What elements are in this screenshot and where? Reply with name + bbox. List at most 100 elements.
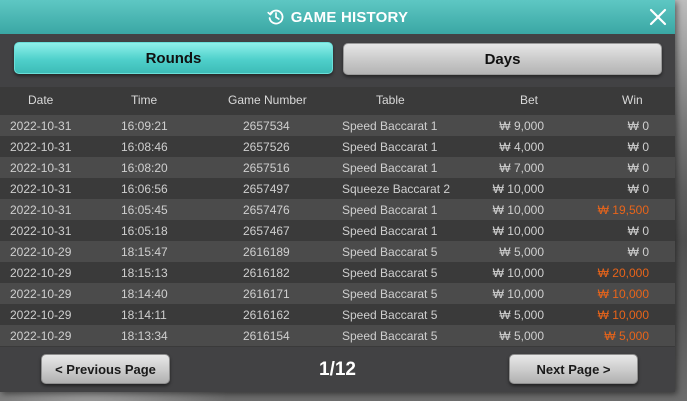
cell-date: 2022-10-29 [10, 245, 72, 259]
cell-time: 18:14:11 [121, 308, 167, 322]
header-game-number: Game Number [228, 93, 307, 107]
cell-date: 2022-10-29 [10, 308, 72, 322]
header-date: Date [28, 93, 54, 107]
cell-game-number: 2657516 [243, 161, 290, 175]
cell-table: Speed Baccarat 1 [342, 161, 438, 175]
cell-bet: ₩ 4,000 [499, 140, 544, 154]
cell-date: 2022-10-31 [10, 140, 72, 154]
cell-date: 2022-10-31 [10, 182, 72, 196]
cell-win: ₩ 0 [627, 245, 649, 259]
previous-page-button[interactable]: < Previous Page [41, 354, 170, 384]
cell-time: 16:05:18 [121, 224, 168, 238]
table-header: Date Time Game Number Table Bet Win [0, 87, 675, 113]
cell-bet: ₩ 5,000 [499, 308, 544, 322]
cell-time: 16:09:21 [121, 119, 168, 133]
cell-time: 18:15:13 [121, 266, 168, 280]
next-page-label: Next Page > [536, 361, 611, 377]
table-row[interactable]: 2022-10-29 18:15:13 2616182 Speed Baccarat … [0, 262, 675, 283]
cell-game-number: 2616162 [243, 308, 290, 322]
cell-bet: ₩ 10,000 [492, 224, 544, 238]
cell-bet: ₩ 7,000 [499, 161, 544, 175]
game-history-dialog: GAME HISTORY Rounds Days Date Time Game … [0, 0, 675, 392]
table-row[interactable]: 2022-10-29 18:14:40 2616171 Speed Baccarat … [0, 283, 675, 304]
cell-date: 2022-10-31 [10, 161, 72, 175]
previous-page-label: < Previous Page [55, 361, 156, 377]
cell-time: 18:15:47 [121, 245, 168, 259]
cell-game-number: 2616182 [243, 266, 290, 280]
cell-game-number: 2657526 [243, 140, 290, 154]
header-time: Time [131, 93, 158, 107]
cell-table: Speed Baccarat 5 [342, 329, 438, 343]
tab-days[interactable]: Days [343, 43, 662, 75]
table-row[interactable]: 2022-10-31 16:05:18 2657467 Speed Baccarat … [0, 220, 675, 241]
cell-time: 16:06:56 [121, 182, 168, 196]
cell-date: 2022-10-31 [10, 203, 72, 217]
table-row[interactable]: 2022-10-29 18:15:47 2616189 Speed Baccarat … [0, 241, 675, 262]
cell-time: 16:08:20 [121, 161, 168, 175]
cell-win: ₩ 0 [627, 140, 649, 154]
cell-game-number: 2657467 [243, 224, 290, 238]
cell-win: ₩ 20,000 [597, 266, 649, 280]
table-row[interactable]: 2022-10-29 18:13:34 2616154 Speed Baccarat … [0, 325, 675, 346]
history-clock-icon [267, 8, 285, 26]
header-bet: Bet [520, 93, 539, 107]
header-table: Table [376, 93, 405, 107]
cell-game-number: 2657476 [243, 203, 290, 217]
cell-game-number: 2657497 [243, 182, 290, 196]
cell-date: 2022-10-29 [10, 287, 72, 301]
cell-game-number: 2616189 [243, 245, 290, 259]
cell-bet: ₩ 5,000 [499, 245, 544, 259]
table-row[interactable]: 2022-10-31 16:06:56 2657497 Squeeze Baccara… [0, 178, 675, 199]
cell-table: Speed Baccarat 1 [342, 140, 438, 154]
cell-table: Speed Baccarat 1 [342, 224, 438, 238]
pagination-bar: < Previous Page 1/12 Next Page > [0, 347, 675, 392]
title-group: GAME HISTORY [0, 0, 675, 34]
cell-bet: ₩ 10,000 [492, 266, 544, 280]
cell-date: 2022-10-29 [10, 329, 72, 343]
history-table: Date Time Game Number Table Bet Win 2022… [0, 87, 675, 347]
cell-date: 2022-10-29 [10, 266, 72, 280]
table-row[interactable]: 2022-10-31 16:08:20 2657516 Speed Baccarat … [0, 157, 675, 178]
cell-win: ₩ 5,000 [604, 329, 649, 343]
cell-bet: ₩ 10,000 [492, 287, 544, 301]
cell-bet: ₩ 9,000 [499, 119, 544, 133]
page-indicator: 1/12 [319, 359, 356, 380]
header-win: Win [622, 93, 643, 107]
close-icon[interactable] [647, 6, 669, 28]
tab-days-label: Days [484, 50, 521, 68]
cell-game-number: 2616154 [243, 329, 290, 343]
cell-win: ₩ 19,500 [597, 203, 649, 217]
cell-time: 18:13:34 [121, 329, 168, 343]
dialog-title: GAME HISTORY [290, 8, 409, 26]
title-bar: GAME HISTORY [0, 0, 675, 34]
table-row[interactable]: 2022-10-31 16:05:45 2657476 Speed Baccarat … [0, 199, 675, 220]
cell-win: ₩ 0 [627, 119, 649, 133]
table-row[interactable]: 2022-10-31 16:09:21 2657534 Speed Baccarat … [0, 115, 675, 136]
cell-game-number: 2616171 [243, 287, 290, 301]
cell-bet: ₩ 10,000 [492, 182, 544, 196]
cell-bet: ₩ 5,000 [499, 329, 544, 343]
cell-table: Speed Baccarat 1 [342, 203, 438, 217]
cell-win: ₩ 10,000 [597, 287, 649, 301]
cell-date: 2022-10-31 [10, 224, 72, 238]
cell-time: 18:14:40 [121, 287, 168, 301]
cell-date: 2022-10-31 [10, 119, 72, 133]
cell-game-number: 2657534 [243, 119, 290, 133]
tab-rounds-label: Rounds [145, 49, 202, 67]
table-row[interactable]: 2022-10-29 18:14:11 2616162 Speed Baccarat … [0, 304, 675, 325]
cell-win: ₩ 0 [627, 224, 649, 238]
cell-table: Speed Baccarat 5 [342, 266, 438, 280]
cell-win: ₩ 0 [627, 182, 649, 196]
cell-table: Speed Baccarat 1 [342, 119, 438, 133]
cell-bet: ₩ 10,000 [492, 203, 544, 217]
cell-time: 16:05:45 [121, 203, 168, 217]
cell-win: ₩ 0 [627, 161, 649, 175]
cell-table: Speed Baccarat 5 [342, 308, 438, 322]
cell-table: Speed Baccarat 5 [342, 245, 438, 259]
cell-win: ₩ 10,000 [597, 308, 649, 322]
table-body: 2022-10-31 16:09:21 2657534 Speed Baccarat … [0, 115, 675, 346]
next-page-button[interactable]: Next Page > [509, 354, 638, 384]
table-row[interactable]: 2022-10-31 16:08:46 2657526 Speed Baccarat … [0, 136, 675, 157]
cell-table: Speed Baccarat 5 [342, 287, 438, 301]
tab-rounds[interactable]: Rounds [14, 42, 333, 74]
